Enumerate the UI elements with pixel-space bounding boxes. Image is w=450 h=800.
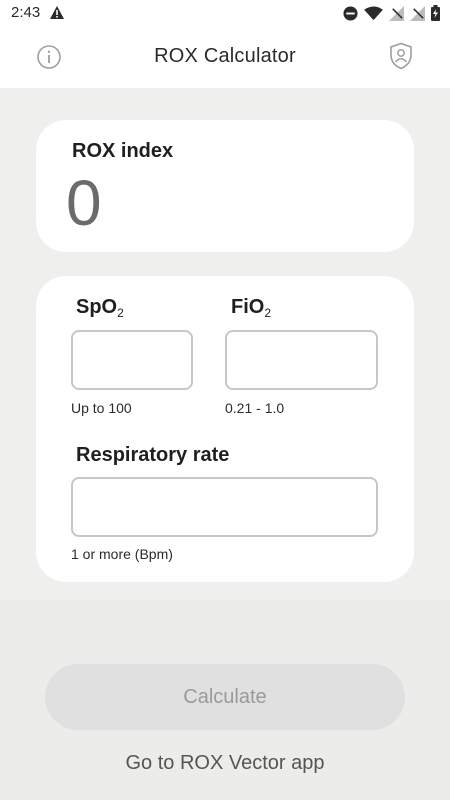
wifi-icon <box>364 5 383 26</box>
spo2-hint: Up to 100 <box>71 400 132 416</box>
calculate-button[interactable]: Calculate <box>45 664 405 730</box>
status-icons <box>343 5 440 26</box>
shield-user-icon[interactable] <box>388 42 414 70</box>
respiratory-rate-label: Respiratory rate <box>76 444 230 466</box>
respiratory-rate-hint: 1 or more (Bpm) <box>71 546 173 562</box>
spo2-label: SpO2 <box>76 296 124 320</box>
battery-icon <box>431 5 440 26</box>
respiratory-rate-input[interactable] <box>71 477 378 537</box>
signal-off-icon <box>389 5 404 26</box>
rox-index-label: ROX index <box>72 140 174 162</box>
rox-index-value: 0 <box>66 167 102 239</box>
status-time: 2:43 <box>11 4 41 21</box>
fio2-label: FiO2 <box>231 296 272 320</box>
do-not-disturb-icon <box>343 5 358 26</box>
page-title: ROX Calculator <box>154 45 296 67</box>
fio2-hint: 0.21 - 1.0 <box>225 400 285 416</box>
input-card: SpO2 Up to 100 FiO2 0.21 - 1.0 Respirato… <box>36 276 414 582</box>
app-bar: ROX Calculator <box>0 28 450 88</box>
rox-vector-link[interactable]: Go to ROX Vector app <box>0 752 450 775</box>
rox-index-card: ROX index 0 <box>36 120 414 252</box>
fio2-input[interactable] <box>225 330 378 390</box>
status-bar: 2:43 <box>0 0 450 28</box>
signal-off-icon <box>410 5 425 26</box>
warning-icon <box>50 6 64 24</box>
spo2-input[interactable] <box>71 330 193 390</box>
